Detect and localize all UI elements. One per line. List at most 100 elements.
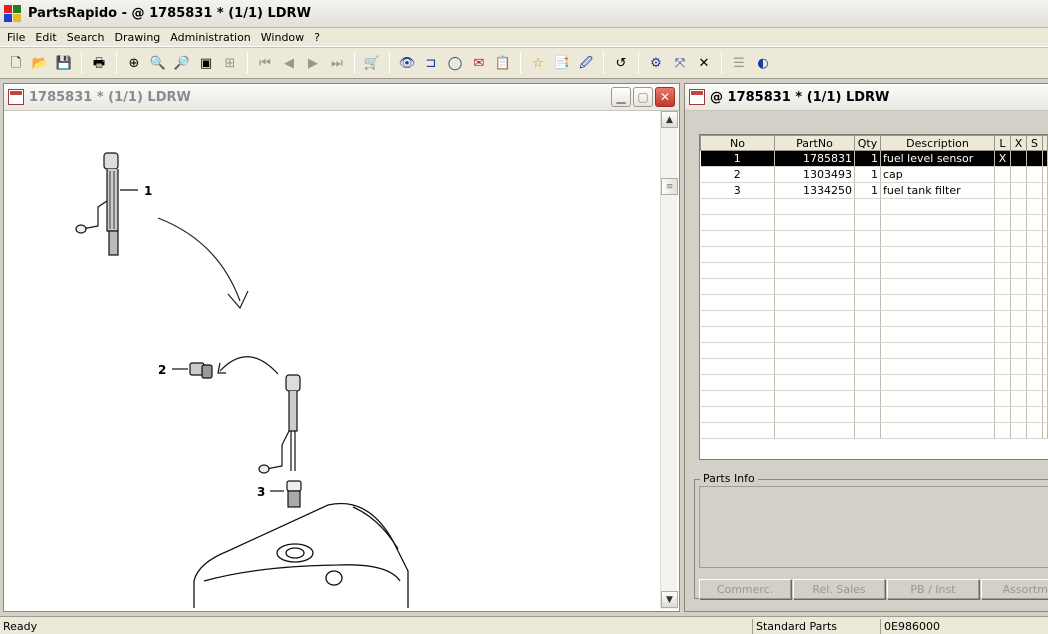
star-icon[interactable]: ☆: [527, 52, 549, 74]
cell-s: [1026, 150, 1043, 167]
cell-description: cap: [880, 166, 995, 183]
binoculars-icon[interactable]: 👁: [396, 52, 418, 74]
cart-icon[interactable]: 🛒: [361, 52, 383, 74]
close-button[interactable]: ✕: [655, 87, 675, 107]
cell-x: [1010, 166, 1027, 183]
column-header-qty[interactable]: Qty: [854, 135, 881, 151]
cell-x: [1010, 182, 1027, 199]
window-title: PartsRapido - @ 1785831 * (1/1) LDRW: [28, 6, 311, 21]
list-icon[interactable]: ☰: [728, 52, 750, 74]
table-row[interactable]: 2 1303493 1 cap: [700, 166, 1048, 183]
mail-icon[interactable]: ✕: [693, 52, 715, 74]
app-icon: [4, 4, 22, 23]
grid-header-row: No PartNo Qty Description L X S: [700, 135, 1048, 151]
ring-icon[interactable]: ◯: [444, 52, 466, 74]
cell-qty: 1: [854, 150, 881, 167]
document-icon: [8, 89, 24, 105]
drawing-window: 1785831 * (1/1) LDRW ▁ ▢ ✕ 1 2 3 ▲ ≡ ▼: [3, 83, 680, 612]
last-page-icon[interactable]: ⏭: [326, 52, 348, 74]
menu-bar: File Edit Search Drawing Administration …: [0, 28, 1048, 47]
rel-sales-button[interactable]: Rel. Sales: [793, 579, 885, 599]
documents-icon[interactable]: 📑: [551, 52, 573, 74]
column-header-s[interactable]: S: [1026, 135, 1043, 151]
menu-help[interactable]: ?: [309, 31, 325, 44]
column-header-l[interactable]: L: [994, 135, 1011, 151]
next-page-icon[interactable]: ▶: [302, 52, 324, 74]
cell-x: [1010, 150, 1027, 167]
print-icon[interactable]: 🖶: [88, 52, 110, 74]
fuel-tank-drawing: [193, 502, 409, 608]
scroll-thumb[interactable]: ≡: [661, 178, 678, 195]
drawing-canvas[interactable]: 1 2 3: [8, 111, 658, 608]
toolbar-separator: [520, 52, 521, 74]
fuel-tank-filter-drawing: [270, 480, 302, 508]
table-row[interactable]: 3 1334250 1 fuel tank filter: [700, 182, 1048, 199]
zoom-out-icon[interactable]: 🔎: [171, 52, 193, 74]
maximize-button[interactable]: ▢: [633, 87, 653, 107]
assortm-button[interactable]: Assortm.: [981, 579, 1048, 599]
menu-window[interactable]: Window: [256, 31, 309, 44]
parts-window: @ 1785831 * (1/1) LDRW No PartNo Qty Des…: [684, 83, 1048, 612]
open-folder-icon[interactable]: 📂: [29, 52, 51, 74]
parts-info-content: [699, 486, 1048, 568]
new-icon[interactable]: 🗋: [5, 52, 27, 74]
menu-search[interactable]: Search: [62, 31, 110, 44]
save-icon[interactable]: 💾: [53, 52, 75, 74]
first-page-icon[interactable]: ⏮: [254, 52, 276, 74]
pen-icon[interactable]: 🖉: [575, 52, 597, 74]
empty-row: [700, 310, 1048, 327]
zoom-in-icon[interactable]: 🔍: [147, 52, 169, 74]
empty-row: [700, 230, 1048, 247]
expand-icon[interactable]: ⤧: [669, 52, 691, 74]
fit-page-icon[interactable]: ▣: [195, 52, 217, 74]
commerc-button[interactable]: Commerc.: [699, 579, 791, 599]
empty-row: [700, 198, 1048, 215]
cell-no: 1: [700, 150, 775, 167]
clipboard-icon[interactable]: 📋: [492, 52, 514, 74]
empty-row: [700, 422, 1048, 439]
column-header-partno[interactable]: PartNo: [774, 135, 855, 151]
arrowhead-shape: [227, 290, 249, 310]
minimize-button[interactable]: ▁: [611, 87, 631, 107]
status-catalog: Standard Parts: [752, 619, 878, 634]
column-header-no[interactable]: No: [700, 135, 775, 151]
cell-l: X: [994, 150, 1011, 167]
menu-file[interactable]: File: [2, 31, 30, 44]
parts-grid: No PartNo Qty Description L X S 1 178583…: [699, 134, 1048, 460]
logo-icon[interactable]: ◐: [752, 52, 774, 74]
column-header-x[interactable]: X: [1010, 135, 1027, 151]
cell-partno: 1785831: [774, 150, 855, 167]
drawing-vertical-scrollbar[interactable]: ▲ ≡ ▼: [660, 111, 678, 609]
status-text: Ready: [3, 620, 38, 633]
menu-edit[interactable]: Edit: [30, 31, 61, 44]
drawing-window-titlebar: 1785831 * (1/1) LDRW ▁ ▢ ✕: [4, 84, 679, 111]
refresh-icon[interactable]: ↺: [610, 52, 632, 74]
thumbnails-icon[interactable]: ⊞: [219, 52, 241, 74]
cell-s: [1026, 166, 1043, 183]
empty-row: [700, 374, 1048, 391]
empty-row: [700, 246, 1048, 263]
scroll-up-button[interactable]: ▲: [661, 111, 678, 128]
empty-row: [700, 406, 1048, 423]
parts-info-panel: Parts Info Commerc. Rel. Sales PB / Inst…: [694, 472, 1048, 602]
table-row[interactable]: 1 1785831 1 fuel level sensor X: [700, 150, 1048, 167]
toolbar: 🗋 📂 💾 🖶 ⊕ 🔍 🔎 ▣ ⊞ ⏮ ◀ ▶ ⏭ 🛒 👁 ⊐ ◯ ✉ 📋 ☆ …: [0, 47, 1048, 79]
pan-icon[interactable]: ⊕: [123, 52, 145, 74]
menu-administration[interactable]: Administration: [165, 31, 256, 44]
status-code: 0E986000: [880, 619, 1048, 634]
settings-icon[interactable]: ⚙: [645, 52, 667, 74]
arrow-shape: [157, 217, 241, 302]
parts-info-label: Parts Info: [700, 472, 758, 485]
cell-l: [994, 182, 1011, 199]
column-header-description[interactable]: Description: [880, 135, 995, 151]
menu-drawing[interactable]: Drawing: [110, 31, 166, 44]
empty-row: [700, 262, 1048, 279]
flag-icon[interactable]: ✉: [468, 52, 490, 74]
empty-row: [700, 214, 1048, 231]
previous-page-icon[interactable]: ◀: [278, 52, 300, 74]
bracket-icon[interactable]: ⊐: [420, 52, 442, 74]
pb-inst-button[interactable]: PB / Inst: [887, 579, 979, 599]
scroll-down-button[interactable]: ▼: [661, 591, 678, 608]
callout-3: 3: [257, 485, 265, 499]
parts-window-titlebar: @ 1785831 * (1/1) LDRW: [685, 84, 1048, 111]
